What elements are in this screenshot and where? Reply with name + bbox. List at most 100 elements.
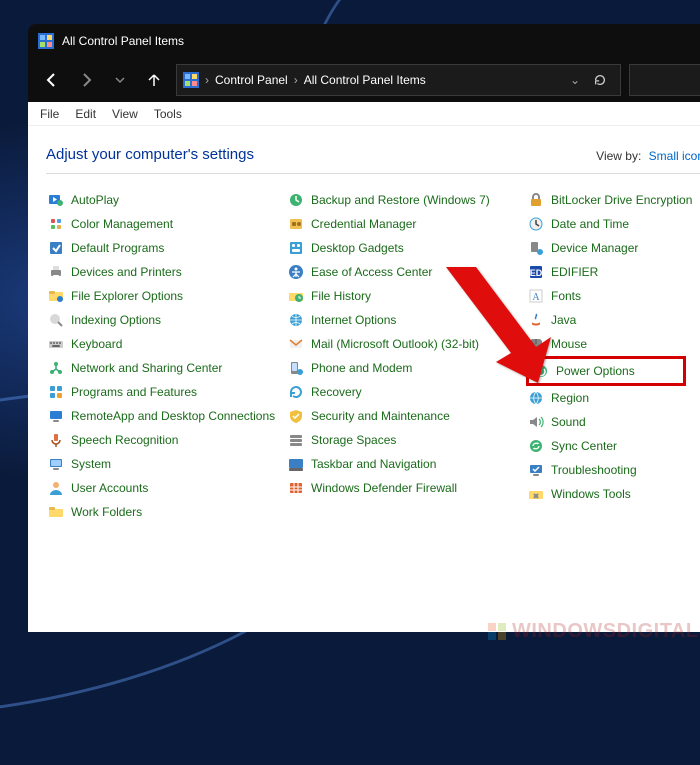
breadcrumb-root[interactable]: Control Panel: [215, 73, 288, 87]
control-panel-item[interactable]: AFonts: [526, 284, 700, 308]
item-label: Storage Spaces: [311, 433, 396, 447]
control-panel-item[interactable]: Region: [526, 386, 700, 410]
control-panel-item[interactable]: User Accounts: [46, 476, 286, 500]
control-panel-item[interactable]: Credential Manager: [286, 212, 526, 236]
control-panel-item[interactable]: BitLocker Drive Encryption: [526, 188, 700, 212]
item-label: Desktop Gadgets: [311, 241, 404, 255]
control-panel-window: All Control Panel Items › Control Panel …: [28, 24, 700, 632]
control-panel-item[interactable]: Keyboard: [46, 332, 286, 356]
control-panel-item[interactable]: Windows Tools: [526, 482, 700, 506]
control-panel-item[interactable]: Ease of Access Center: [286, 260, 526, 284]
item-label: Taskbar and Navigation: [311, 457, 436, 471]
item-label: System: [71, 457, 111, 471]
chevron-down-icon[interactable]: ⌄: [570, 73, 580, 87]
back-button[interactable]: [38, 66, 66, 94]
control-panel-item[interactable]: Recovery: [286, 380, 526, 404]
annotation-highlight: Power Options: [526, 356, 686, 386]
clock-icon: [528, 216, 544, 232]
firewall-icon: [288, 480, 304, 496]
control-panel-item[interactable]: RemoteApp and Desktop Connections: [46, 404, 286, 428]
power-icon: [533, 363, 549, 379]
control-panel-item[interactable]: Power Options: [531, 360, 681, 382]
control-panel-item[interactable]: Work Folders: [46, 500, 286, 524]
item-label: Keyboard: [71, 337, 122, 351]
region-icon: [528, 390, 544, 406]
chevron-right-icon[interactable]: ›: [205, 73, 209, 87]
control-panel-item[interactable]: Default Programs: [46, 236, 286, 260]
menu-tools[interactable]: Tools: [154, 107, 182, 121]
item-label: EDIFIER: [551, 265, 598, 279]
control-panel-item[interactable]: Backup and Restore (Windows 7): [286, 188, 526, 212]
control-panel-item[interactable]: Windows Defender Firewall: [286, 476, 526, 500]
control-panel-item[interactable]: File Explorer Options: [46, 284, 286, 308]
item-label: File Explorer Options: [71, 289, 183, 303]
control-panel-item[interactable]: System: [46, 452, 286, 476]
control-panel-item[interactable]: Storage Spaces: [286, 428, 526, 452]
refresh-button[interactable]: [586, 66, 614, 94]
recent-locations-button[interactable]: [106, 66, 134, 94]
control-panel-item[interactable]: Indexing Options: [46, 308, 286, 332]
view-by-dropdown[interactable]: Small icons: [649, 149, 700, 163]
control-panel-item[interactable]: Color Management: [46, 212, 286, 236]
control-panel-item[interactable]: Mail (Microsoft Outlook) (32-bit): [286, 332, 526, 356]
taskbar-icon: [288, 456, 304, 472]
svg-text:A: A: [532, 292, 540, 303]
item-label: Ease of Access Center: [311, 265, 432, 279]
control-panel-item[interactable]: Programs and Features: [46, 380, 286, 404]
backup-icon: [288, 192, 304, 208]
credential-icon: [288, 216, 304, 232]
control-panel-item[interactable]: File History: [286, 284, 526, 308]
control-panel-item[interactable]: AutoPlay: [46, 188, 286, 212]
control-panel-icon: [38, 33, 54, 49]
menu-edit[interactable]: Edit: [75, 107, 96, 121]
storage-icon: [288, 432, 304, 448]
item-label: Backup and Restore (Windows 7): [311, 193, 490, 207]
control-panel-item[interactable]: Sync Center: [526, 434, 700, 458]
control-panel-item[interactable]: Phone and Modem: [286, 356, 526, 380]
address-bar[interactable]: › Control Panel › All Control Panel Item…: [176, 64, 621, 96]
item-label: Indexing Options: [71, 313, 161, 327]
control-panel-item[interactable]: Device Manager: [526, 236, 700, 260]
item-label: Work Folders: [71, 505, 142, 519]
control-panel-item[interactable]: Speech Recognition: [46, 428, 286, 452]
phone-icon: [288, 360, 304, 376]
chevron-right-icon[interactable]: ›: [294, 73, 298, 87]
edifier-icon: ED: [528, 264, 544, 280]
up-button[interactable]: [140, 66, 168, 94]
watermark: WINDOWSDIGITALS.COM: [488, 620, 700, 643]
remote-icon: [48, 408, 64, 424]
globe-icon: [288, 312, 304, 328]
control-panel-icon: [183, 72, 199, 88]
view-by: View by: Small icons: [596, 149, 700, 163]
control-panel-item[interactable]: Sound: [526, 410, 700, 434]
network-icon: [48, 360, 64, 376]
control-panel-item[interactable]: Devices and Printers: [46, 260, 286, 284]
svg-text:ED: ED: [530, 268, 543, 278]
gadgets-icon: [288, 240, 304, 256]
item-label: AutoPlay: [71, 193, 119, 207]
forward-button[interactable]: [72, 66, 100, 94]
control-panel-item[interactable]: Mouse: [526, 332, 700, 356]
control-panel-item[interactable]: ED EDIFIER: [526, 260, 700, 284]
menu-file[interactable]: File: [40, 107, 59, 121]
menu-view[interactable]: View: [112, 107, 138, 121]
item-label: Mouse: [551, 337, 587, 351]
mail-icon: [288, 336, 304, 352]
breadcrumb-current[interactable]: All Control Panel Items: [304, 73, 426, 87]
column: Backup and Restore (Windows 7) Credential…: [286, 188, 526, 524]
control-panel-item[interactable]: Desktop Gadgets: [286, 236, 526, 260]
item-label: Default Programs: [71, 241, 164, 255]
search-box[interactable]: [629, 64, 700, 96]
control-panel-item[interactable]: Troubleshooting: [526, 458, 700, 482]
ease-access-icon: [288, 264, 304, 280]
item-label: Recovery: [311, 385, 362, 399]
control-panel-item[interactable]: Taskbar and Navigation: [286, 452, 526, 476]
mic-icon: [48, 432, 64, 448]
control-panel-item[interactable]: Network and Sharing Center: [46, 356, 286, 380]
control-panel-item[interactable]: Java: [526, 308, 700, 332]
item-label: Network and Sharing Center: [71, 361, 222, 375]
control-panel-item[interactable]: Date and Time: [526, 212, 700, 236]
control-panel-item[interactable]: Internet Options: [286, 308, 526, 332]
items-grid: AutoPlay Color Management Default Programs…: [28, 184, 700, 524]
control-panel-item[interactable]: Security and Maintenance: [286, 404, 526, 428]
